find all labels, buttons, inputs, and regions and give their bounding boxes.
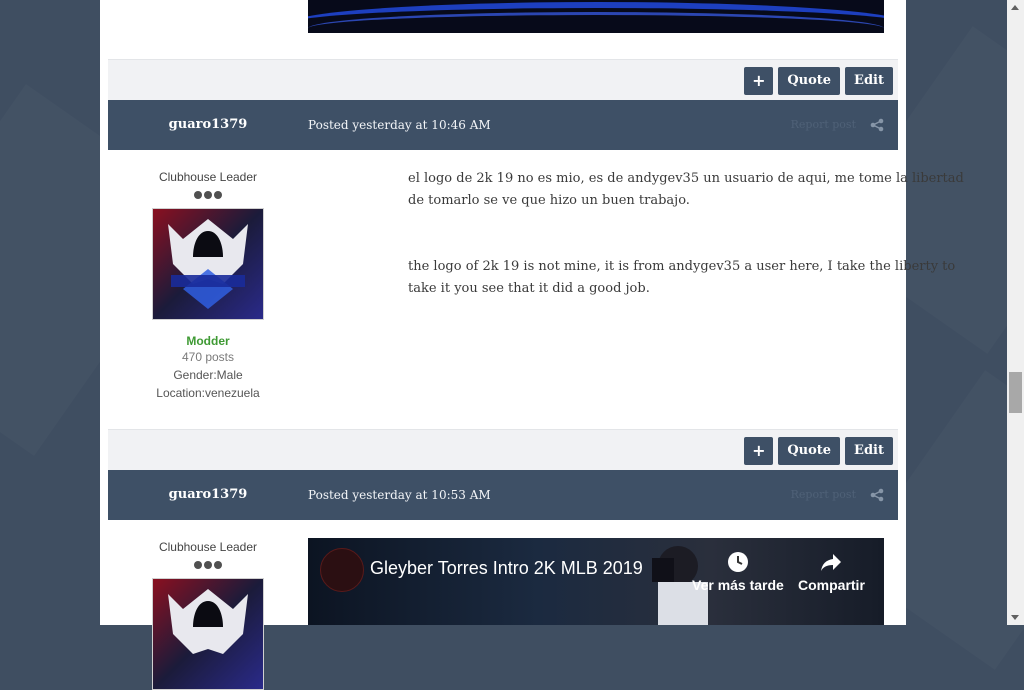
post-author-link[interactable]: guaro1379 xyxy=(108,470,308,520)
video-share-label: Compartir xyxy=(798,577,865,593)
post-timestamp[interactable]: Posted yesterday at 10:53 AM xyxy=(308,470,491,520)
member-location: Location:venezuela xyxy=(156,386,260,400)
share-icon[interactable] xyxy=(870,118,884,132)
video-title[interactable]: Gleyber Torres Intro 2K MLB 2019 xyxy=(370,558,643,579)
share-icon[interactable] xyxy=(870,488,884,502)
watch-later-label: Ver más tarde xyxy=(692,577,784,593)
channel-logo[interactable] xyxy=(320,548,364,592)
scrollbar-thumb[interactable] xyxy=(1009,372,1022,413)
avatar-image xyxy=(153,209,263,319)
embedded-video-previous[interactable] xyxy=(308,0,884,33)
member-rank: Clubhouse Leader xyxy=(158,540,258,554)
post-count: 470 posts xyxy=(181,350,235,364)
multiquote-button[interactable]: + xyxy=(744,437,774,465)
scrollbar[interactable] xyxy=(1007,0,1024,625)
avatar[interactable] xyxy=(152,578,264,690)
embedded-youtube-video[interactable]: Gleyber Torres Intro 2K MLB 2019 Ver más… xyxy=(308,538,884,625)
multiquote-button[interactable]: + xyxy=(744,67,774,95)
report-post-link[interactable]: Report post xyxy=(791,100,856,150)
member-group: Modder xyxy=(186,334,230,348)
author-info: Clubhouse Leader xyxy=(108,540,308,690)
quote-button[interactable]: Quote xyxy=(778,67,841,95)
rank-pips xyxy=(108,186,308,199)
forum-page: + Quote Edit guaro1379 Posted yesterday … xyxy=(100,0,964,690)
watch-later-button[interactable]: Ver más tarde xyxy=(692,550,784,593)
edit-button[interactable]: Edit xyxy=(845,437,893,465)
report-post-link[interactable]: Report post xyxy=(791,470,856,520)
member-gender: Gender:Male xyxy=(173,368,243,382)
avatar-image xyxy=(153,579,263,689)
post-header: guaro1379 Posted yesterday at 10:46 AM R… xyxy=(108,100,898,150)
rank-pips xyxy=(108,556,308,569)
member-rank: Clubhouse Leader xyxy=(158,170,258,184)
post-content: el logo de 2k 19 no es mio, es de andyge… xyxy=(408,168,978,300)
share-arrow-icon xyxy=(821,554,842,571)
post-timestamp[interactable]: Posted yesterday at 10:46 AM xyxy=(308,100,491,150)
author-info: Clubhouse Leader Modder 470 posts Gender… xyxy=(108,170,308,402)
scroll-up-arrow-icon[interactable] xyxy=(1011,5,1019,10)
edit-button[interactable]: Edit xyxy=(845,67,893,95)
scroll-down-arrow-icon[interactable] xyxy=(1011,615,1019,620)
quote-button[interactable]: Quote xyxy=(778,437,841,465)
post-paragraph: the logo of 2k 19 is not mine, it is fro… xyxy=(408,259,956,296)
post-paragraph: el logo de 2k 19 no es mio, es de andyge… xyxy=(408,171,964,208)
clock-icon xyxy=(727,552,748,572)
post-header: guaro1379 Posted yesterday at 10:53 AM R… xyxy=(108,470,898,520)
post-action-bar: + Quote Edit xyxy=(108,429,898,470)
avatar[interactable] xyxy=(152,208,264,320)
video-share-button[interactable]: Compartir xyxy=(798,550,865,593)
post-author-link[interactable]: guaro1379 xyxy=(108,100,308,150)
post-action-bar: + Quote Edit xyxy=(108,59,898,100)
